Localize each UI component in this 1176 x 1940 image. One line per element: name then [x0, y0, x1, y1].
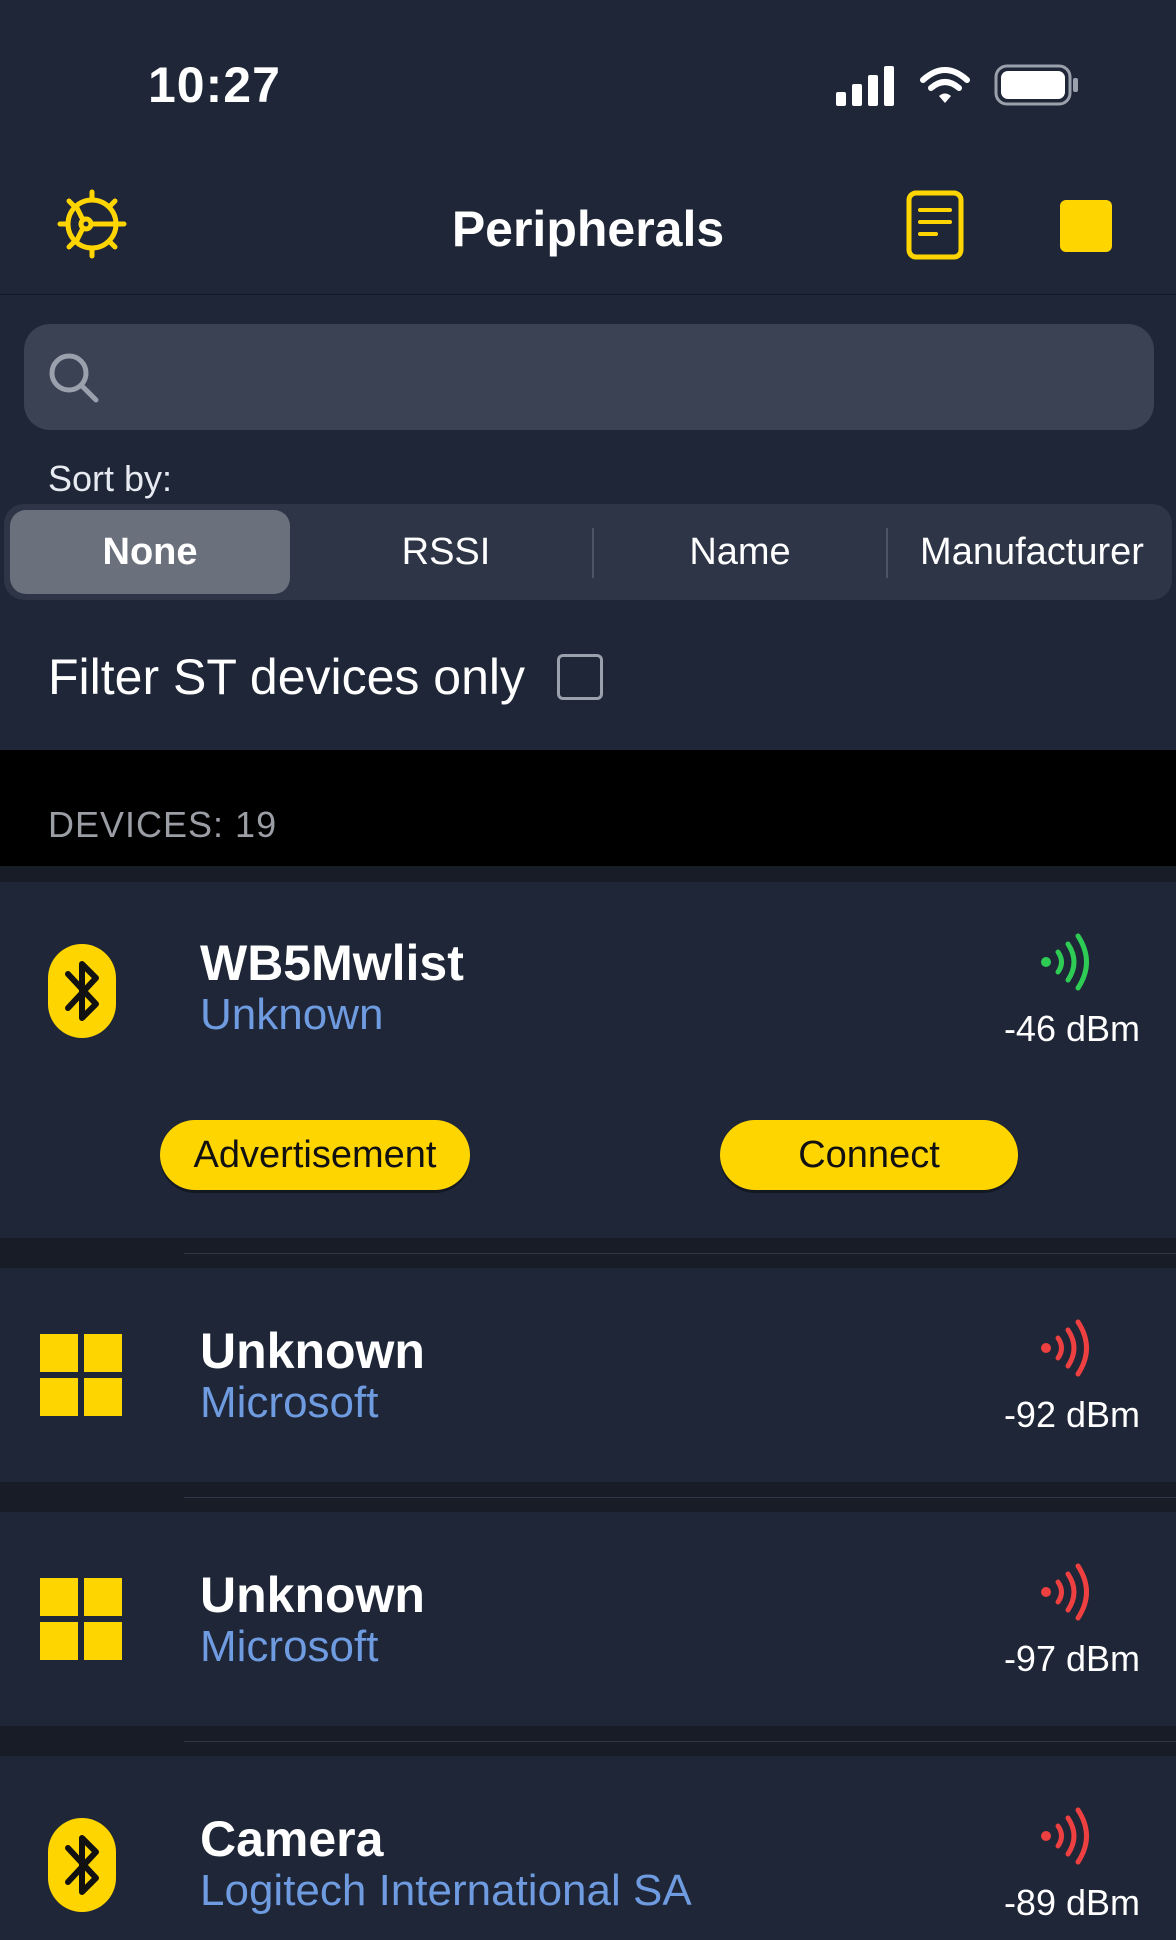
device-name: WB5Mwlist [200, 935, 464, 991]
sort-option-name[interactable]: Name [600, 510, 880, 594]
search-bar[interactable] [24, 324, 1154, 432]
document-icon [906, 190, 964, 260]
device-name: Unknown [200, 1323, 425, 1379]
stop-scan-button[interactable] [1060, 200, 1112, 252]
device-name: Camera [200, 1811, 384, 1867]
signal-strength-icon [1041, 1563, 1089, 1621]
sort-option-none[interactable]: None [10, 510, 290, 594]
log-button[interactable] [906, 190, 964, 260]
sort-option-rssi[interactable]: RSSI [306, 510, 586, 594]
bluetooth-icon [48, 944, 116, 1038]
device-manufacturer: Microsoft [200, 1378, 379, 1427]
segment-divider [886, 528, 888, 578]
windows-icon [40, 1334, 122, 1416]
connect-button[interactable]: Connect [720, 1120, 1018, 1190]
battery-icon [994, 64, 1078, 106]
device-manufacturer: Unknown [200, 990, 384, 1039]
advertisement-button[interactable]: Advertisement [160, 1120, 470, 1190]
sort-label: Sort by: [48, 458, 173, 499]
row-separator [184, 1741, 1176, 1742]
status-icons [836, 64, 1080, 106]
rssi-value: -89 dBm [1003, 1882, 1140, 1923]
filter-checkbox[interactable] [557, 654, 604, 700]
device-manufacturer: Microsoft [200, 1622, 379, 1671]
windows-icon [40, 1578, 122, 1660]
device-manufacturer: Logitech International SA [200, 1866, 692, 1915]
rssi-value: -46 dBm [1003, 1008, 1140, 1049]
wifi-icon [920, 67, 970, 103]
device-name: Unknown [200, 1567, 425, 1623]
row-separator [184, 1497, 1176, 1498]
device-row[interactable]: Unknown Microsoft -92 dBm [0, 1268, 1176, 1482]
device-row[interactable]: Camera Logitech International SA -89 dBm [0, 1756, 1176, 1940]
list-gap [0, 866, 1176, 882]
filter-label: Filter ST devices only [48, 649, 526, 705]
cellular-signal-icon [836, 66, 894, 106]
bluetooth-icon [48, 1818, 116, 1912]
segment-divider [592, 528, 594, 578]
rssi-value: -92 dBm [1003, 1394, 1140, 1435]
search-input[interactable] [116, 324, 1130, 432]
rssi-value: -97 dBm [1003, 1638, 1140, 1679]
search-icon [49, 353, 99, 403]
sort-option-manufacturer[interactable]: Manufacturer [892, 510, 1172, 594]
row-separator [184, 1253, 1176, 1254]
device-row[interactable]: WB5Mwlist Unknown -46 dBm Advertisement … [0, 882, 1176, 1238]
signal-strength-icon [1041, 1319, 1089, 1377]
page-title: Peripherals [451, 201, 725, 257]
sort-segmented-control: None RSSI Name Manufacturer [4, 504, 1172, 600]
status-time: 10:27 [148, 57, 281, 113]
device-row[interactable]: Unknown Microsoft -97 dBm [0, 1512, 1176, 1726]
status-bar: 10:27 [0, 0, 1176, 170]
devices-count: DEVICES: 19 [48, 804, 278, 845]
signal-strength-icon [1041, 1807, 1089, 1865]
signal-strength-icon [1041, 933, 1089, 991]
nav-bar: Peripherals [0, 170, 1176, 295]
devices-section-header: DEVICES: 19 [0, 750, 1176, 866]
filter-row: Filter ST devices only [48, 648, 604, 706]
